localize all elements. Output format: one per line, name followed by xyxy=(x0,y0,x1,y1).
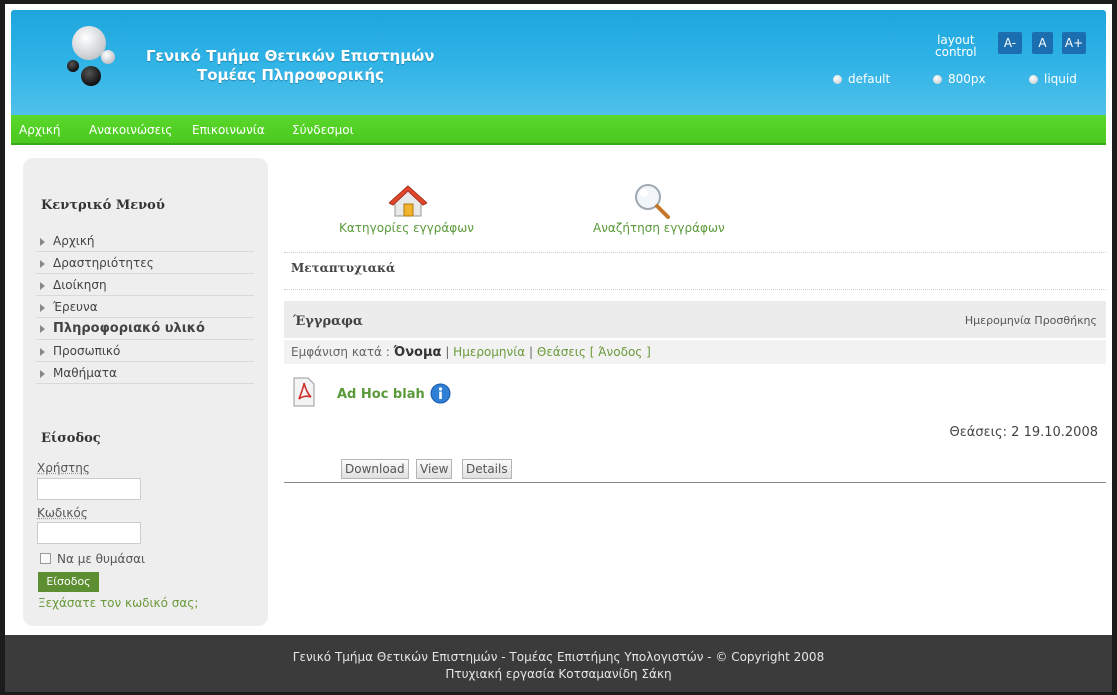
view-button[interactable]: View xyxy=(416,459,453,479)
arrow-right-icon xyxy=(40,281,45,290)
radio-dot-icon xyxy=(833,75,842,84)
menu-item-label: Διοίκηση xyxy=(53,278,107,292)
arrow-right-icon xyxy=(40,324,45,333)
menu-item-staff[interactable]: Προσωπικό xyxy=(36,340,254,362)
document-link[interactable]: Ad Hoc blah xyxy=(337,387,425,402)
download-button[interactable]: Download xyxy=(341,459,409,479)
layout-liquid-option[interactable]: liquid xyxy=(1029,72,1077,86)
views-count: Θεάσεις: 2 xyxy=(949,425,1020,440)
nav-announcements[interactable]: Ανακοινώσεις xyxy=(89,123,172,137)
nav-contact[interactable]: Επικοινωνία xyxy=(192,123,265,137)
sort-by-name[interactable]: Όνομα xyxy=(394,345,442,360)
sidebar: Κεντρικό Μενού Αρχική Δραστηριότητες Διο… xyxy=(23,158,268,626)
menu-item-label: Πληροφοριακό υλικό xyxy=(53,321,205,336)
login-title: Είσοδος xyxy=(41,431,101,446)
layout-control-label: layout control xyxy=(935,34,977,58)
remember-checkbox[interactable] xyxy=(40,553,51,564)
arrow-right-icon xyxy=(40,369,45,378)
category-title: Μεταπτυχιακά xyxy=(291,261,396,275)
site-footer: Γενικό Τμήμα Θετικών Επιστημών - Τομέας … xyxy=(5,635,1112,692)
layout-default-option[interactable]: default xyxy=(833,72,890,86)
main-menu-title: Κεντρικό Μενού xyxy=(41,198,165,213)
menu-item-label: Μαθήματα xyxy=(53,366,117,380)
password-label: Κωδικός xyxy=(37,506,88,520)
sort-separator: | xyxy=(441,345,454,359)
arrow-right-icon xyxy=(40,303,45,312)
layout-label-line2: control xyxy=(935,45,977,59)
sort-by-date[interactable]: Ημερομηνία xyxy=(453,345,525,359)
info-icon[interactable] xyxy=(430,383,451,404)
sort-by-views[interactable]: Θεάσεις xyxy=(537,345,586,359)
footer-credit: Πτυχιακή εργασία Κοτσαμανίδη Σάκη xyxy=(445,667,672,681)
site-title: Γενικό Τμήμα Θετικών Επιστημών Τομέας Πλ… xyxy=(146,47,435,85)
sort-prefix: Εμφάνιση κατά : xyxy=(291,345,394,359)
layout-800px-option[interactable]: 800px xyxy=(933,72,986,86)
site-title-line1: Γενικό Τμήμα Θετικών Επιστημών xyxy=(146,47,435,65)
pdf-icon xyxy=(293,377,315,407)
browser-page: Γενικό Τμήμα Θετικών Επιστημών Τομέας Πλ… xyxy=(5,4,1112,692)
menu-item-information-material[interactable]: Πληροφοριακό υλικό xyxy=(36,318,254,340)
menu-item-label: Έρευνα xyxy=(53,300,98,314)
font-default-button[interactable]: A xyxy=(1032,32,1053,54)
username-label: Χρήστης xyxy=(37,461,90,475)
remember-label: Να με θυμάσαι xyxy=(57,552,146,566)
logo-ball-icon xyxy=(101,50,115,64)
layout-default-label: default xyxy=(848,72,891,86)
remember-me[interactable]: Να με θυμάσαι xyxy=(40,552,145,566)
forgot-password-link[interactable]: Ξεχάσατε τον κωδικό σας; xyxy=(38,596,198,610)
home-icon[interactable] xyxy=(389,184,427,218)
date-added-label: Ημερομηνία Προσθήκης xyxy=(964,314,1097,327)
username-field[interactable] xyxy=(37,478,141,500)
font-decrease-button[interactable]: A- xyxy=(998,32,1022,54)
menu-item-home[interactable]: Αρχική xyxy=(36,230,254,252)
arrow-right-icon xyxy=(40,259,45,268)
menu-item-activities[interactable]: Δραστηριότητες xyxy=(36,252,254,274)
logo-ball-icon xyxy=(67,60,79,72)
font-increase-button[interactable]: A+ xyxy=(1062,32,1086,54)
menu-item-courses[interactable]: Μαθήματα xyxy=(36,362,254,384)
menu-item-administration[interactable]: Διοίκηση xyxy=(36,274,254,296)
divider xyxy=(284,252,1106,253)
radio-dot-icon xyxy=(1029,75,1038,84)
top-nav: Αρχική Ανακοινώσεις Επικοινωνία Σύνδεσμο… xyxy=(11,115,1106,145)
radio-dot-icon xyxy=(933,75,942,84)
menu-item-label: Προσωπικό xyxy=(53,344,121,358)
nav-home[interactable]: Αρχική xyxy=(19,123,61,137)
sort-order-toggle[interactable]: [ Άνοδος ] xyxy=(590,345,651,359)
divider xyxy=(284,482,1106,483)
site-header: Γενικό Τμήμα Θετικών Επιστημών Τομέας Πλ… xyxy=(11,10,1106,115)
arrow-right-icon xyxy=(40,347,45,356)
document-stats: Θεάσεις: 2 19.10.2008 xyxy=(950,425,1099,440)
documents-header: Έγγραφα Ημερομηνία Προσθήκης xyxy=(284,301,1106,338)
menu-item-label: Αρχική xyxy=(53,234,95,248)
documents-title: Έγγραφα xyxy=(293,314,363,329)
layout-liquid-label: liquid xyxy=(1044,72,1077,86)
magnifier-icon[interactable] xyxy=(633,182,671,220)
layout-800px-label: 800px xyxy=(948,72,986,86)
document-date: 19.10.2008 xyxy=(1023,425,1098,440)
footer-copyright: Γενικό Τμήμα Θετικών Επιστημών - Τομέας … xyxy=(292,650,825,664)
arrow-right-icon xyxy=(40,237,45,246)
logo-ball-icon xyxy=(81,66,101,86)
sort-bar: Εμφάνιση κατά : Όνομα | Ημερομηνία | Θεά… xyxy=(284,340,1106,364)
details-button[interactable]: Details xyxy=(462,459,512,479)
login-button[interactable]: Είσοδος xyxy=(38,572,99,592)
password-field[interactable] xyxy=(37,522,141,544)
menu-item-label: Δραστηριότητες xyxy=(53,256,154,270)
sort-separator: | xyxy=(525,345,537,359)
site-title-line2: Τομέας Πληροφορικής xyxy=(197,66,384,84)
menu-item-research[interactable]: Έρευνα xyxy=(36,296,254,318)
search-documents-link[interactable]: Αναζήτηση εγγράφων xyxy=(593,221,725,235)
nav-links[interactable]: Σύνδεσμοι xyxy=(292,123,354,137)
divider xyxy=(284,289,1106,290)
categories-link[interactable]: Κατηγορίες εγγράφων xyxy=(339,221,474,235)
